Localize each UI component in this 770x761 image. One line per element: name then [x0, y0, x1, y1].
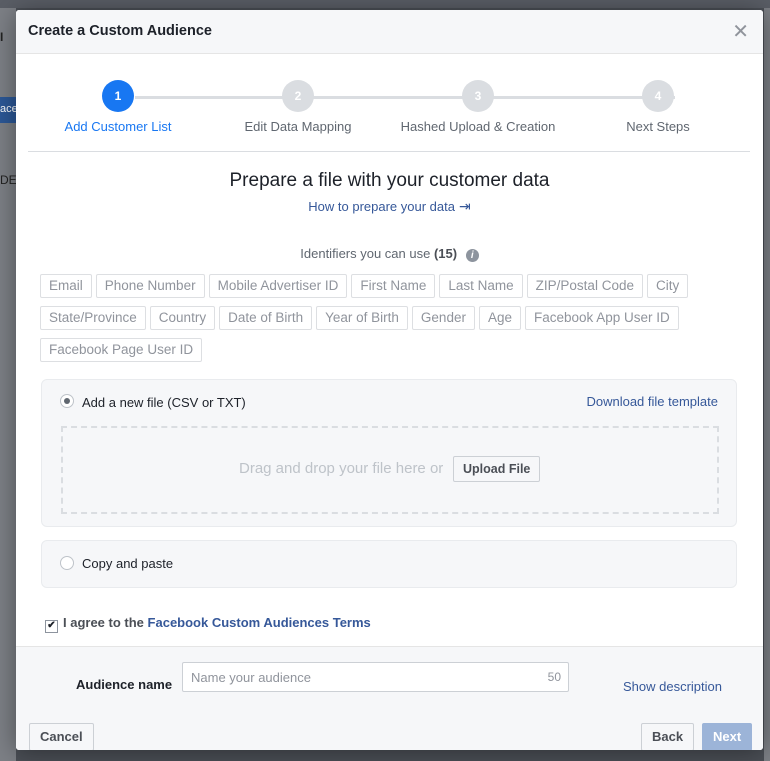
back-button[interactable]: Back — [641, 723, 695, 750]
add-file-panel: Add a new file (CSV or TXT) Download fil… — [41, 379, 737, 527]
terms-agreement: ✔ I agree to the Facebook Custom Audience… — [45, 615, 371, 633]
add-file-radio[interactable] — [60, 394, 74, 408]
step-number: 1 — [102, 80, 134, 112]
copy-paste-radio[interactable] — [60, 556, 74, 570]
cancel-button[interactable]: Cancel — [29, 723, 94, 750]
step-add-customer-list: 1 Add Customer List — [28, 80, 208, 134]
terms-checkbox[interactable]: ✔ — [45, 620, 58, 633]
identifier-tag: Age — [478, 306, 521, 330]
identifier-tag: Phone Number — [95, 274, 205, 298]
dialog-footer: Audience name Name your audience 50 Show… — [16, 646, 763, 750]
identifier-tag: State/Province — [40, 306, 146, 330]
step-label: Add Customer List — [64, 119, 172, 134]
step-number: 2 — [282, 80, 314, 112]
background-topbar — [0, 0, 770, 8]
dialog-title: Create a Custom Audience — [28, 23, 212, 39]
step-edit-data-mapping: 2 Edit Data Mapping — [208, 80, 388, 134]
dialog-header: Create a Custom Audience ✕ — [16, 10, 763, 54]
show-description-link[interactable]: Show description — [623, 679, 722, 694]
identifiers-title-text: Identifiers you can use — [300, 246, 431, 261]
progress-stepper: 1 Add Customer List 2 Edit Data Mapping … — [28, 80, 750, 140]
step-label: Hashed Upload & Creation — [400, 119, 556, 134]
step-number: 4 — [642, 80, 674, 112]
external-link-icon: ⇥ — [458, 198, 471, 214]
divider — [28, 151, 750, 152]
step-hashed-upload: 3 Hashed Upload & Creation — [388, 80, 568, 134]
copy-paste-label[interactable]: Copy and paste — [82, 556, 173, 571]
agree-prefix: I agree to the — [63, 615, 144, 630]
drop-text: Drag and drop your file here or — [239, 460, 444, 477]
step-label: Edit Data Mapping — [244, 119, 352, 134]
identifier-tag: Date of Birth — [219, 306, 313, 330]
step-number: 3 — [462, 80, 494, 112]
copy-paste-panel[interactable]: Copy and paste — [41, 540, 737, 588]
identifier-tag: Email — [40, 274, 92, 298]
identifier-tags: Email Phone Number Mobile Advertiser ID Fir… — [40, 274, 730, 370]
identifier-tag: Gender — [411, 306, 475, 330]
identifier-tag: Mobile Advertiser ID — [208, 274, 348, 298]
background-fragment-text: I — [0, 30, 4, 44]
identifier-tag: Facebook App User ID — [524, 306, 679, 330]
file-dropzone[interactable]: Drag and drop your file here or Upload F… — [61, 426, 719, 514]
background-fragment-text: DE — [0, 173, 17, 187]
identifier-tag: Last Name — [439, 274, 523, 298]
create-custom-audience-dialog: Create a Custom Audience ✕ 1 Add Custome… — [16, 10, 763, 750]
identifiers-count: (15) — [433, 246, 458, 261]
add-file-label[interactable]: Add a new file (CSV or TXT) — [82, 395, 246, 410]
how-to-prepare-label[interactable]: How to prepare your data — [308, 199, 455, 214]
identifier-tag: Country — [149, 306, 216, 330]
identifier-tag: Facebook Page User ID — [40, 338, 203, 362]
how-to-prepare-link[interactable]: How to prepare your data ⇥ — [16, 198, 763, 215]
close-icon[interactable]: ✕ — [732, 22, 749, 42]
step-label: Next Steps — [626, 119, 690, 134]
prepare-title: Prepare a file with your customer data — [229, 170, 550, 191]
upload-file-button[interactable]: Upload File — [453, 456, 541, 482]
audience-name-label: Audience name — [76, 677, 173, 692]
step-next-steps: 4 Next Steps — [568, 80, 748, 134]
info-icon[interactable]: i — [465, 249, 479, 262]
identifiers-title: Identifiers you can use (15) i — [16, 246, 763, 262]
audience-name-input[interactable]: Name your audience 50 — [182, 662, 569, 692]
identifier-tag: Year of Birth — [316, 306, 408, 330]
identifier-tag: City — [646, 274, 689, 298]
audience-name-placeholder: Name your audience — [191, 670, 311, 685]
identifier-tag: First Name — [351, 274, 436, 298]
character-limit: 50 — [547, 670, 561, 684]
download-template-link[interactable]: Download file template — [586, 394, 718, 409]
terms-link[interactable]: Facebook Custom Audiences Terms — [148, 615, 371, 630]
background-right-edge — [764, 8, 770, 761]
next-button[interactable]: Next — [702, 723, 753, 750]
identifier-tag: ZIP/Postal Code — [526, 274, 643, 298]
